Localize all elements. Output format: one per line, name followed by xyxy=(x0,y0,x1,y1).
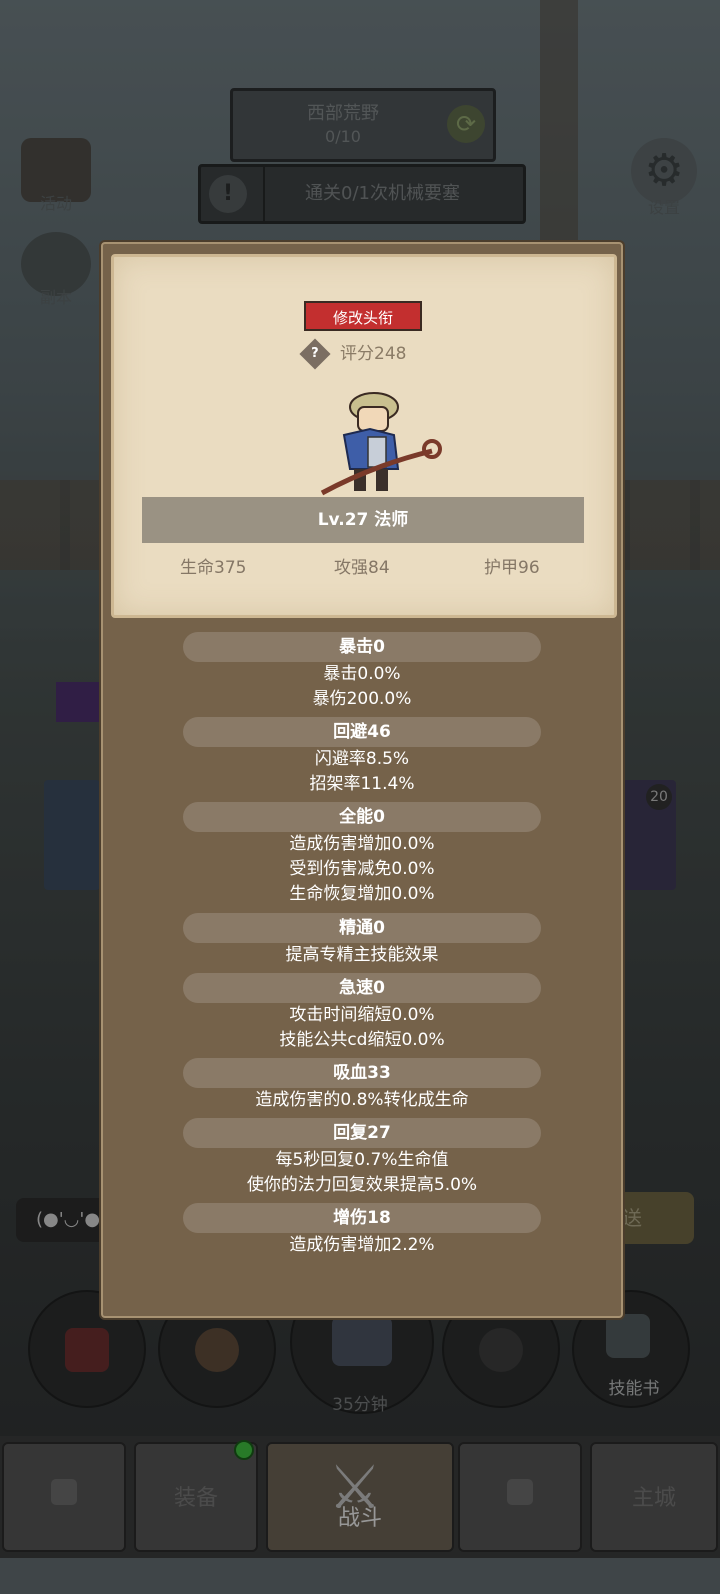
attr-versatility: 全能0 造成伤害增加0.0% 受到伤害减免0.0% 生命恢复增加0.0% xyxy=(103,802,621,907)
attr-haste: 急速0 攻击时间缩短0.0% 技能公共cd缩短0.0% xyxy=(103,973,621,1053)
attr-line: 使你的法力回复效果提高5.0% xyxy=(246,1175,478,1195)
attr-line: 造成伤害增加2.2% xyxy=(289,1235,435,1255)
attr-line: 招架率11.4% xyxy=(309,774,415,794)
attr-head: 精通0 xyxy=(183,913,541,943)
edit-title-button[interactable]: 修改头衔 xyxy=(304,301,422,331)
attr-head: 回避46 xyxy=(183,717,541,747)
attr-damage-bonus: 增伤18 造成伤害增加2.2% xyxy=(103,1203,621,1258)
attr-head: 增伤18 xyxy=(183,1203,541,1233)
armor-stat: 护甲96 xyxy=(484,558,540,578)
attr-regen: 回复27 每5秒回复0.7%生命值 使你的法力回复效果提高5.0% xyxy=(103,1118,621,1198)
attr-line: 闪避率8.5% xyxy=(314,749,410,769)
attr-crit: 暴击0 暴击0.0% 暴伤200.0% xyxy=(103,632,621,712)
attr-line: 生命恢复增加0.0% xyxy=(289,884,435,904)
attack-stat: 攻强84 xyxy=(334,558,390,578)
attr-line: 提高专精主技能效果 xyxy=(285,945,439,965)
attr-line: 每5秒回复0.7%生命值 xyxy=(275,1150,449,1170)
level-class-bar: Lv.27 法师 xyxy=(142,497,584,543)
attr-evasion: 回避46 闪避率8.5% 招架率11.4% xyxy=(103,717,621,797)
attr-line: 攻击时间缩短0.0% xyxy=(289,1005,435,1025)
character-stats-panel: 修改头衔 ? 评分248 Lv.27 法师 生命375 攻强84 护甲96 暴击0… xyxy=(101,242,623,1318)
score-row: ? 评分248 xyxy=(299,338,407,370)
attr-line: 技能公共cd缩短0.0% xyxy=(279,1030,445,1050)
character-card: 修改头衔 ? 评分248 Lv.27 法师 生命375 攻强84 护甲96 xyxy=(111,254,617,618)
score-label: 评分248 xyxy=(340,344,407,364)
hp-stat: 生命375 xyxy=(180,558,247,578)
attr-line: 造成伤害的0.8%转化成生命 xyxy=(255,1090,469,1110)
attr-line: 造成伤害增加0.0% xyxy=(289,834,435,854)
attr-line: 受到伤害减免0.0% xyxy=(289,859,435,879)
attr-lifesteal: 吸血33 造成伤害的0.8%转化成生命 xyxy=(103,1058,621,1113)
question-icon[interactable]: ? xyxy=(299,338,331,370)
attr-line: 暴击0.0% xyxy=(323,664,401,684)
attr-head: 全能0 xyxy=(183,802,541,832)
attr-head: 暴击0 xyxy=(183,632,541,662)
attr-head: 回复27 xyxy=(183,1118,541,1148)
attr-line: 暴伤200.0% xyxy=(312,689,412,709)
attr-head: 吸血33 xyxy=(183,1058,541,1088)
attr-mastery: 精通0 提高专精主技能效果 xyxy=(103,913,621,968)
attr-head: 急速0 xyxy=(183,973,541,1003)
mage-avatar xyxy=(320,392,442,496)
